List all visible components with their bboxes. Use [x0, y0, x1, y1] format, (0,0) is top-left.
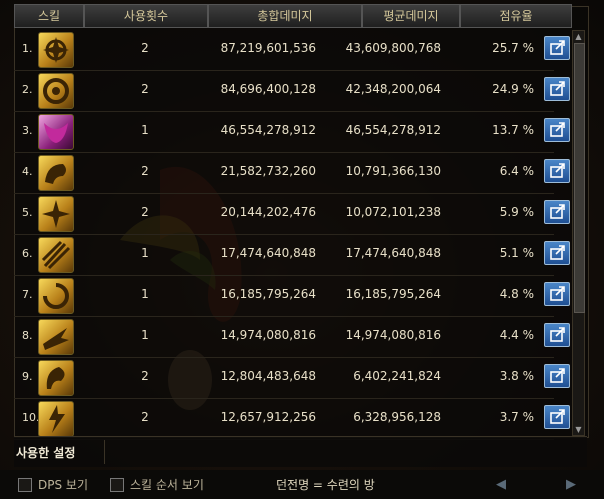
- skill-order-checkbox[interactable]: [110, 478, 124, 492]
- skill-detail-button[interactable]: [544, 282, 570, 306]
- share-cell: 3.8 %: [499, 369, 534, 383]
- skill-detail-button[interactable]: [544, 241, 570, 265]
- scroll-up-icon[interactable]: ▲: [574, 32, 583, 41]
- claw-slash-skill-icon: [38, 237, 74, 273]
- skill-detail-button[interactable]: [544, 36, 570, 60]
- use-count-cell: 2: [141, 164, 149, 178]
- average-damage-cell: 42,348,200,064: [345, 82, 441, 96]
- use-count-cell: 1: [141, 287, 149, 301]
- fire-dragon-skill-icon: [38, 360, 74, 396]
- skill-detail-button[interactable]: [544, 159, 570, 183]
- share-cell: 24.9 %: [492, 82, 534, 96]
- tab-divider: [104, 440, 105, 464]
- total-damage-cell: 14,974,080,816: [220, 328, 316, 342]
- star-cross-skill-icon: [38, 196, 74, 232]
- open-detail-icon: [550, 122, 565, 137]
- scroll-down-icon[interactable]: ▼: [574, 425, 583, 434]
- dragon-head-skill-icon: [38, 155, 74, 191]
- open-detail-icon: [550, 245, 565, 260]
- header-total-damage[interactable]: 총합데미지: [208, 4, 362, 28]
- open-detail-icon: [550, 204, 565, 219]
- row-divider: [14, 111, 554, 112]
- use-count-cell: 2: [141, 82, 149, 96]
- row-divider: [14, 398, 554, 399]
- skill-detail-button[interactable]: [544, 77, 570, 101]
- open-detail-icon: [550, 81, 565, 96]
- prev-page-icon[interactable]: ◀: [492, 478, 510, 492]
- open-detail-icon: [550, 327, 565, 342]
- table-scrollbar[interactable]: ▲ ▼: [572, 30, 585, 436]
- average-damage-cell: 10,791,366,130: [345, 164, 441, 178]
- total-damage-cell: 16,185,795,264: [220, 287, 316, 301]
- damage-statistics-window: 스킬 사용횟수 총합데미지 평균데미지 점유율 1. 2 87,219,601,53…: [0, 0, 604, 499]
- use-count-cell: 2: [141, 369, 149, 383]
- header-share[interactable]: 점유율: [460, 4, 572, 28]
- scrollbar-thumb[interactable]: [574, 43, 585, 313]
- total-damage-cell: 12,657,912,256: [220, 410, 316, 424]
- dps-view-checkbox[interactable]: [18, 478, 32, 492]
- row-divider: [14, 234, 554, 235]
- average-damage-cell: 6,328,956,128: [353, 410, 441, 424]
- row-divider: [14, 152, 554, 153]
- row-divider: [14, 275, 554, 276]
- dungeon-name: 던전명 = 수련의 방: [276, 478, 375, 492]
- share-cell: 4.8 %: [499, 287, 534, 301]
- thunder-strike-skill-icon: [38, 401, 74, 437]
- row-divider: [14, 193, 554, 194]
- total-damage-cell: 84,696,400,128: [220, 82, 316, 96]
- open-detail-icon: [550, 409, 565, 424]
- use-count-cell: 1: [141, 123, 149, 137]
- open-detail-icon: [550, 40, 565, 55]
- use-count-cell: 2: [141, 205, 149, 219]
- use-count-cell: 2: [141, 410, 149, 424]
- flame-burst-skill-icon: [38, 32, 74, 68]
- total-damage-cell: 87,219,601,536: [220, 41, 316, 55]
- average-damage-cell: 6,402,241,824: [353, 369, 441, 383]
- row-divider: [14, 70, 554, 71]
- open-detail-icon: [550, 163, 565, 178]
- share-cell: 6.4 %: [499, 164, 534, 178]
- used-settings-tab[interactable]: 사용한 설정: [16, 444, 75, 462]
- average-damage-cell: 17,474,640,848: [345, 246, 441, 260]
- share-cell: 5.1 %: [499, 246, 534, 260]
- total-damage-cell: 46,554,278,912: [220, 123, 316, 137]
- average-damage-cell: 46,554,278,912: [345, 123, 441, 137]
- average-damage-cell: 10,072,101,238: [345, 205, 441, 219]
- total-damage-cell: 21,582,732,260: [220, 164, 316, 178]
- header-average-damage[interactable]: 평균데미지: [362, 4, 460, 28]
- settings-bar: [14, 436, 587, 467]
- next-page-icon[interactable]: ▶: [562, 478, 580, 492]
- total-damage-cell: 20,144,202,476: [220, 205, 316, 219]
- skill-detail-button[interactable]: [544, 405, 570, 429]
- dps-view-label: DPS 보기: [38, 478, 88, 492]
- use-count-cell: 1: [141, 246, 149, 260]
- share-cell: 25.7 %: [492, 41, 534, 55]
- share-cell: 4.4 %: [499, 328, 534, 342]
- skill-detail-button[interactable]: [544, 323, 570, 347]
- spiral-whirl-skill-icon: [38, 278, 74, 314]
- header-use-count[interactable]: 사용횟수: [84, 4, 208, 28]
- use-count-cell: 1: [141, 328, 149, 342]
- blade-rush-skill-icon: [38, 319, 74, 355]
- row-divider: [14, 357, 554, 358]
- use-count-cell: 2: [141, 41, 149, 55]
- total-damage-cell: 17,474,640,848: [220, 246, 316, 260]
- pink-butterfly-skill-icon: [38, 114, 74, 150]
- skill-detail-button[interactable]: [544, 118, 570, 142]
- skill-order-label: 스킬 순서 보기: [130, 478, 204, 492]
- share-cell: 3.7 %: [499, 410, 534, 424]
- total-damage-cell: 12,804,483,648: [220, 369, 316, 383]
- average-damage-cell: 16,185,795,264: [345, 287, 441, 301]
- ring-vortex-skill-icon: [38, 73, 74, 109]
- open-detail-icon: [550, 368, 565, 383]
- skill-detail-button[interactable]: [544, 200, 570, 224]
- header-skill[interactable]: 스킬: [14, 4, 84, 28]
- average-damage-cell: 43,609,800,768: [345, 41, 441, 55]
- share-cell: 13.7 %: [492, 123, 534, 137]
- open-detail-icon: [550, 286, 565, 301]
- share-cell: 5.9 %: [499, 205, 534, 219]
- skill-detail-button[interactable]: [544, 364, 570, 388]
- row-divider: [14, 316, 554, 317]
- average-damage-cell: 14,974,080,816: [345, 328, 441, 342]
